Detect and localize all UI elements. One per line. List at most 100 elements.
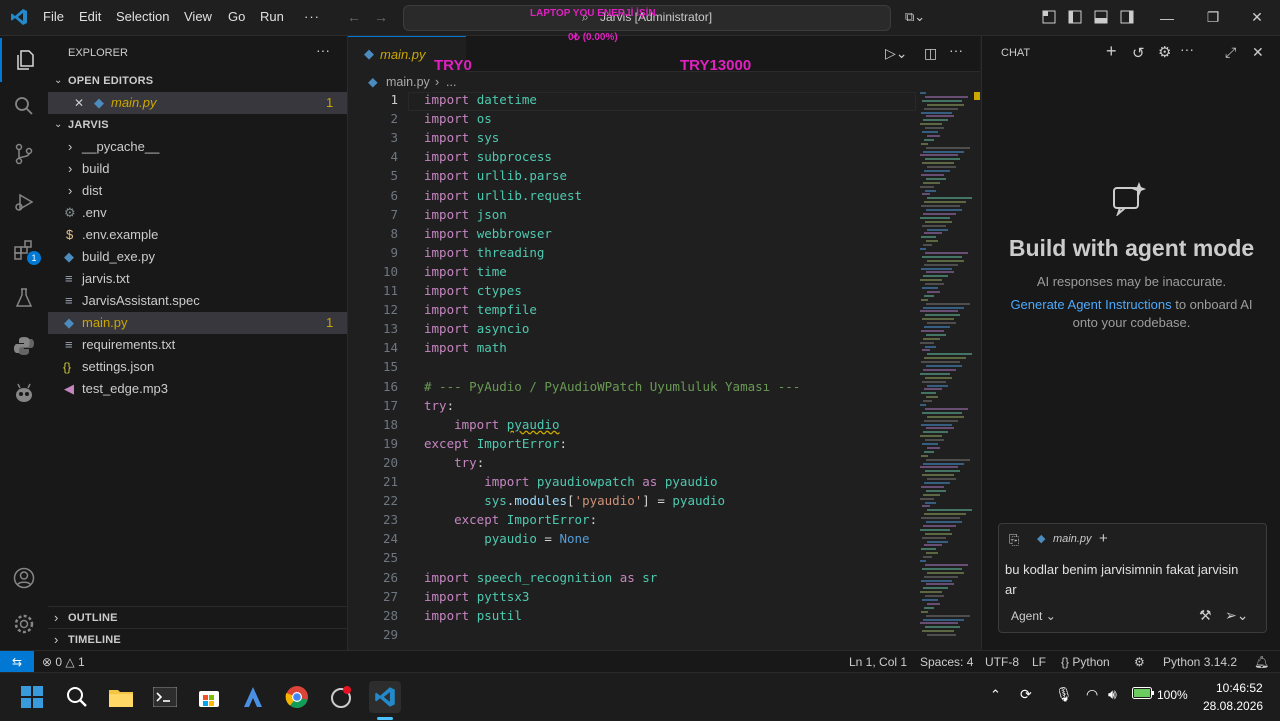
close-icon[interactable]: ✕ bbox=[74, 92, 84, 114]
breadcrumb-file[interactable]: main.py bbox=[386, 75, 430, 89]
clock-date[interactable]: 28.08.2026 bbox=[1203, 699, 1263, 713]
indentation[interactable]: Spaces: 4 bbox=[920, 655, 973, 669]
menu-selection[interactable]: Selection bbox=[116, 9, 169, 24]
close-icon[interactable]: ✕ bbox=[1252, 44, 1264, 61]
tree-item[interactable]: › build bbox=[48, 158, 347, 180]
tree-item[interactable]: › __pycache__ bbox=[48, 136, 347, 158]
chrome-icon[interactable] bbox=[281, 681, 313, 713]
code-line[interactable]: try: bbox=[424, 455, 484, 470]
code-editor[interactable]: 1 import datetime 2 import os 3 import sys 4 im… bbox=[348, 92, 916, 650]
tree-item-selected[interactable]: ◆ main.py 1 bbox=[48, 312, 347, 334]
toggle-sidebar-icon[interactable] bbox=[1068, 10, 1082, 24]
add-context-icon[interactable]: + bbox=[1099, 530, 1108, 547]
open-editor-main-py[interactable]: ✕ ◆ main.py 1 bbox=[48, 92, 347, 114]
open-editors-section[interactable]: ⌄ OPEN EDITORS bbox=[48, 70, 347, 92]
remote-indicator-icon[interactable]: ⇆ bbox=[0, 651, 34, 673]
alien-extension-icon[interactable] bbox=[0, 372, 48, 416]
vscode-taskbar-icon[interactable] bbox=[369, 681, 401, 713]
tree-item[interactable]: $ .env.example bbox=[48, 224, 347, 246]
tree-item[interactable]: ≡ requirements.txt bbox=[48, 334, 347, 356]
code-line[interactable]: import tempfile bbox=[424, 302, 537, 317]
code-line[interactable]: try: bbox=[424, 398, 454, 413]
language-mode[interactable]: {} Python bbox=[1061, 655, 1110, 669]
code-line[interactable]: # --- PyAudio / PyAudioWPatch Uyumluluk … bbox=[424, 379, 800, 394]
tree-item[interactable]: ≡ JarvisAssistant.spec bbox=[48, 290, 347, 312]
code-line[interactable]: import sys bbox=[424, 130, 499, 145]
tree-item[interactable]: ◀ test_edge.mp3 bbox=[48, 378, 347, 400]
tree-item[interactable]: {} settings.json bbox=[48, 356, 347, 378]
file-explorer-icon[interactable] bbox=[105, 681, 137, 713]
code-line[interactable]: import urllib.request bbox=[424, 188, 582, 203]
breadcrumb-symbol[interactable]: ... bbox=[446, 75, 456, 89]
code-line[interactable]: import json bbox=[424, 207, 507, 222]
extensions-icon[interactable]: 1 bbox=[0, 228, 48, 272]
code-line[interactable]: import urllib.parse bbox=[424, 168, 567, 183]
minimap[interactable] bbox=[916, 92, 972, 642]
close-window-button[interactable]: ✕ bbox=[1234, 0, 1280, 35]
battery-icon[interactable] bbox=[1132, 687, 1154, 699]
maximize-icon[interactable]: ⤢ bbox=[1225, 44, 1236, 61]
more-menu-icon[interactable]: ··· bbox=[304, 9, 320, 24]
code-line[interactable]: import threading bbox=[424, 245, 544, 260]
customize-layout-icon[interactable] bbox=[1042, 10, 1056, 24]
tree-item[interactable]: ◆ build_exe.py bbox=[48, 246, 347, 268]
code-line[interactable]: import pyaudiowpatch as pyaudio bbox=[424, 474, 717, 489]
send-icon[interactable]: ➢⌄ bbox=[1225, 607, 1248, 624]
clock-time[interactable]: 10:46:52 bbox=[1216, 681, 1263, 695]
python-icon[interactable] bbox=[0, 324, 48, 368]
code-line[interactable]: import pyttsx3 bbox=[424, 589, 529, 604]
source-control-icon[interactable] bbox=[0, 132, 48, 176]
menu-run[interactable]: Run bbox=[260, 9, 284, 24]
history-icon[interactable]: ↺ bbox=[1132, 44, 1145, 62]
jarvis-folder-section[interactable]: ⌄ JARVIS bbox=[48, 114, 347, 136]
toggle-secondary-sidebar-icon[interactable] bbox=[1120, 10, 1134, 24]
chat-input-box[interactable]: ⎘ ◆ main.py + bu kodlar benim jarvisimni… bbox=[998, 523, 1267, 633]
microphone-icon[interactable]: 🎙︎ bbox=[1055, 686, 1073, 703]
line-ending[interactable]: LF bbox=[1032, 655, 1046, 669]
sync-icon[interactable]: ⟳ bbox=[1020, 686, 1032, 703]
app-a-icon[interactable] bbox=[237, 681, 269, 713]
toggle-panel-icon[interactable] bbox=[1094, 10, 1108, 24]
explorer-more-icon[interactable]: ··· bbox=[316, 42, 330, 58]
windows-start-icon[interactable] bbox=[16, 681, 48, 713]
terminal-icon[interactable] bbox=[149, 681, 181, 713]
code-line[interactable]: sys.modules['pyaudio'] = pyaudio bbox=[424, 493, 725, 508]
generate-instructions-link[interactable]: Generate Agent Instructions bbox=[1010, 297, 1171, 312]
split-editor-icon[interactable]: ◫ bbox=[924, 45, 937, 62]
copilot-icon[interactable]: ⧉⌄ bbox=[905, 9, 925, 25]
code-line[interactable]: import os bbox=[424, 111, 492, 126]
chat-more-icon[interactable]: ··· bbox=[1180, 41, 1194, 57]
code-line[interactable]: import webbrowser bbox=[424, 226, 552, 241]
code-line[interactable]: pyaudio = None bbox=[424, 531, 589, 546]
testing-icon[interactable] bbox=[0, 276, 48, 320]
volume-icon[interactable]: 🔊︎ bbox=[1108, 686, 1117, 703]
tree-item[interactable]: ⚙ .env bbox=[48, 202, 347, 224]
menu-view[interactable]: View bbox=[184, 9, 212, 24]
run-debug-icon[interactable] bbox=[0, 180, 48, 224]
editor-more-icon[interactable]: ··· bbox=[949, 42, 963, 58]
timeline-section[interactable]: › TIMELINE bbox=[48, 628, 347, 651]
run-file-icon[interactable]: ▷⌄ bbox=[885, 45, 908, 62]
explorer-icon[interactable] bbox=[0, 38, 50, 82]
code-line[interactable]: except ImportError: bbox=[424, 512, 597, 527]
menu-go[interactable]: Go bbox=[228, 9, 245, 24]
context-chip[interactable]: ◆ main.py + bbox=[1033, 530, 1123, 550]
menu-edit[interactable]: Edit bbox=[79, 9, 101, 24]
problems-indicator[interactable]: ⊗ 0 △ 1 bbox=[42, 655, 85, 669]
code-line[interactable]: import datetime bbox=[424, 92, 537, 107]
code-line[interactable]: except ImportError: bbox=[424, 436, 567, 451]
wifi-icon[interactable]: ◠ bbox=[1086, 686, 1098, 703]
settings-gear-icon[interactable]: ⚙ bbox=[1158, 43, 1171, 61]
show-hidden-icons[interactable]: ⌃ bbox=[990, 687, 1001, 703]
minimize-button[interactable]: — bbox=[1144, 0, 1190, 35]
cursor-position[interactable]: Ln 1, Col 1 bbox=[849, 655, 907, 669]
mode-dropdown[interactable]: Agent ⌄ bbox=[1011, 609, 1056, 623]
new-chat-icon[interactable]: + bbox=[1106, 41, 1117, 62]
code-line[interactable]: import math bbox=[424, 340, 507, 355]
app-notification-icon[interactable] bbox=[325, 681, 357, 713]
accounts-icon[interactable] bbox=[0, 556, 48, 600]
code-line[interactable]: import psutil bbox=[424, 608, 522, 623]
outline-section[interactable]: › OUTLINE bbox=[48, 606, 347, 629]
tree-item[interactable]: ≡ jarvis.txt bbox=[48, 268, 347, 290]
attach-icon[interactable]: ⎘ bbox=[1009, 532, 1019, 548]
